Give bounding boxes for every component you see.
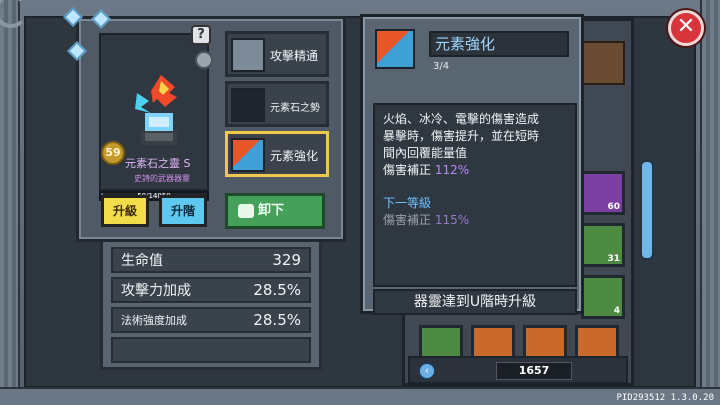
stat-name: 法術強度加成 — [121, 314, 187, 327]
upgrade-button[interactable]: 升級 — [101, 195, 149, 227]
stat-value: 329 — [272, 251, 301, 269]
elemental-icon — [231, 138, 265, 172]
skill-element-enhance[interactable]: 元素強化 — [225, 131, 329, 177]
item-rarity: 史詩的武器器靈 — [134, 174, 190, 183]
help-button[interactable]: ? — [191, 25, 211, 45]
ascend-button[interactable]: 升階 — [159, 195, 207, 227]
version-text: PID293512 1.3.0.20 — [616, 393, 714, 403]
stat-value: 28.5% — [253, 281, 301, 299]
item-count: 31 — [607, 254, 620, 264]
element-spirit-icon — [135, 75, 177, 145]
bonus-value: 112% — [434, 163, 470, 177]
inventory-scrollbar[interactable] — [640, 160, 654, 260]
stat-row-empty — [111, 337, 311, 363]
skill-attack-mastery[interactable]: 攻擊精通 — [225, 31, 329, 77]
next-level-bonus: 傷害補正 115% — [383, 212, 567, 229]
inventory-item[interactable]: 31 — [581, 223, 625, 267]
stat-row: 生命值 329 — [111, 247, 311, 273]
level-badge: 59 — [101, 141, 125, 165]
dagger-icon — [231, 38, 265, 72]
left-pillar — [0, 0, 20, 405]
unequip-icon — [238, 204, 254, 218]
orb-icon — [231, 88, 265, 122]
currency-bar: ‹ 1657 — [408, 356, 628, 384]
skill-tooltip: 元素強化 3/4 火焰、冰冷、電擊的傷害造成 暴擊時，傷害提升，並在短時 間內回… — [360, 14, 584, 315]
tooltip-progress: 3/4 — [433, 61, 450, 72]
skill-label: 攻擊精通 — [270, 49, 319, 63]
item-count: 60 — [607, 202, 620, 212]
back-button[interactable]: ‹ — [418, 362, 436, 380]
unequip-button[interactable]: 卸下 — [225, 193, 325, 229]
next-bonus-label: 傷害補正 — [383, 213, 432, 227]
inventory-item[interactable]: 60 — [581, 171, 625, 215]
stat-name: 攻擊力加成 — [121, 283, 191, 299]
item-count: 4 — [613, 306, 620, 316]
stat-row: 法術強度加成 28.5% — [111, 307, 311, 333]
stat-name: 生命值 — [121, 253, 163, 269]
stat-value: 28.5% — [253, 311, 301, 329]
skill-label: 元素強化 — [270, 149, 319, 163]
unequip-label: 卸下 — [258, 203, 285, 218]
stats-panel: 生命值 329 攻擊力加成 28.5% 法術強度加成 28.5% — [100, 230, 322, 370]
inventory-item[interactable]: 4 — [581, 275, 625, 319]
close-button[interactable]: ✕ — [668, 10, 704, 46]
right-pillar — [700, 0, 720, 405]
skill-element-stone-momentum[interactable]: 元素石之勢 — [225, 81, 329, 127]
bonus-label: 傷害補正 — [383, 163, 432, 177]
item-card: ? 59 元素石之靈 S 史詩的武器器靈 50/14850 升級 升階 攻擊精通… — [76, 16, 346, 242]
tooltip-body: 火焰、冰冷、電擊的傷害造成 暴擊時，傷害提升，並在短時 間內回覆能量值 傷害補正… — [373, 103, 577, 287]
tooltip-bonus: 傷害補正 112% — [383, 162, 567, 179]
tooltip-description: 火焰、冰冷、電擊的傷害造成 暴擊時，傷害提升，並在短時 間內回覆能量值 — [383, 112, 540, 160]
elemental-icon — [375, 29, 415, 69]
tooltip-title: 元素強化 — [429, 31, 569, 57]
bottom-bar — [0, 387, 720, 405]
next-level-title: 下一等級 — [383, 196, 432, 210]
next-bonus-value: 115% — [434, 213, 470, 227]
skill-list: 攻擊精通 元素石之勢 元素強化 — [225, 31, 329, 181]
inventory-item[interactable] — [581, 41, 625, 85]
item-name: 元素石之靈 S — [125, 157, 191, 170]
stat-row: 攻擊力加成 28.5% — [111, 277, 311, 303]
lock-icon[interactable] — [195, 51, 213, 69]
skill-label: 元素石之勢 — [270, 103, 320, 114]
gem-count: 1657 — [496, 362, 572, 380]
tooltip-footer: 器靈達到U階時升級 — [373, 289, 577, 315]
